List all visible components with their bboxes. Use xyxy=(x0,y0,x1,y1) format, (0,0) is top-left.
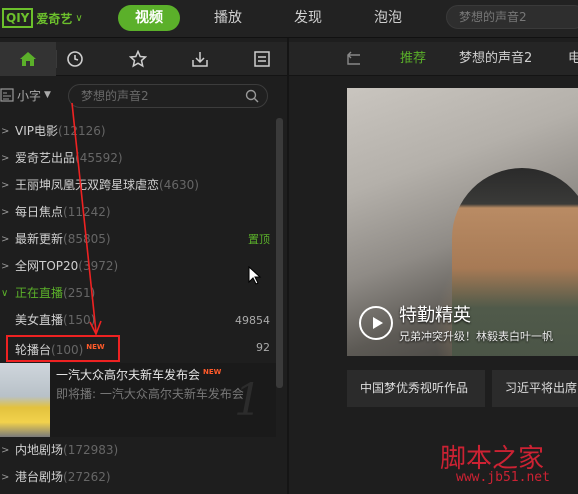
play-icon xyxy=(373,317,383,329)
list-item[interactable]: 美女直播(150) 49854 xyxy=(0,307,276,334)
list-item[interactable]: > 内地剧场(172983) xyxy=(0,437,276,464)
search-icon[interactable] xyxy=(245,89,259,103)
chevron-right-icon: > xyxy=(1,234,10,245)
star-icon xyxy=(129,50,147,68)
item-label: 王丽坤凤凰无双跨星球虐恋 xyxy=(15,178,160,192)
list-item[interactable]: > 最新更新(85805) 置顶 xyxy=(0,226,276,253)
chevron-right-icon: > xyxy=(1,207,10,218)
item-count: (45592) xyxy=(75,151,123,165)
item-count: (251) xyxy=(63,286,96,300)
item-label: VIP电影 xyxy=(15,124,58,138)
play-button[interactable] xyxy=(359,306,393,340)
download-button[interactable] xyxy=(172,42,228,76)
item-count: (27262) xyxy=(63,470,111,484)
clock-icon xyxy=(67,51,83,67)
search-placeholder: 梦想的声音2 xyxy=(81,89,149,103)
item-label: 美女直播 xyxy=(15,313,64,327)
tab-video[interactable]: 视频 xyxy=(118,5,180,31)
back-icon[interactable] xyxy=(344,51,362,67)
iqiyi-logo[interactable]: QIY 爱奇艺 ∨ xyxy=(2,7,83,29)
item-label: 最新更新 xyxy=(15,232,64,246)
chevron-right-icon: > xyxy=(1,180,10,191)
tab-more[interactable]: 电 xyxy=(568,42,578,76)
item-count: (11242) xyxy=(63,205,111,219)
viewer-count: 92 xyxy=(256,341,270,354)
tab-voice-of-dream[interactable]: 梦想的声音2 xyxy=(459,42,532,76)
chevron-right-icon: > xyxy=(1,445,10,456)
chevron-right-icon: > xyxy=(1,261,10,272)
favorites-button[interactable] xyxy=(110,42,166,76)
item-label: 内地剧场 xyxy=(15,443,64,457)
home-icon xyxy=(20,52,36,66)
item-count: (150) xyxy=(63,313,96,327)
chevron-down-icon: ▼ xyxy=(44,90,51,100)
featured-banner[interactable]: 特勤精英 兄弟冲突升级！林毅表白叶一帆 xyxy=(347,88,578,356)
tab-paopao[interactable]: 泡泡 xyxy=(363,5,413,31)
menu-button[interactable] xyxy=(234,42,290,76)
font-size-icon xyxy=(0,88,14,102)
chevron-right-icon: > xyxy=(1,153,10,164)
chevron-down-icon: ∨ xyxy=(1,288,9,299)
history-button[interactable] xyxy=(47,42,103,76)
item-count: (4630) xyxy=(159,178,199,192)
highlight-box xyxy=(6,335,120,362)
item-count: (172983) xyxy=(63,443,119,457)
pin-to-top-button[interactable]: 置顶 xyxy=(248,226,270,253)
list-item[interactable]: > 王丽坤凤凰无双跨星球虐恋(4630) xyxy=(0,172,276,199)
program-number: 1 xyxy=(234,375,262,426)
chevron-down-icon[interactable]: ∨ xyxy=(75,13,82,24)
tab-play[interactable]: 播放 xyxy=(203,5,253,31)
item-count: (3972) xyxy=(78,259,119,273)
tab-discover[interactable]: 发现 xyxy=(283,5,333,31)
item-label: 正在直播 xyxy=(15,286,64,300)
list-item[interactable]: > 全网TOP20(3972) xyxy=(0,253,276,280)
item-count: (85805) xyxy=(63,232,111,246)
top-search-input[interactable]: 梦想的声音2 xyxy=(446,5,578,29)
new-badge: NEW xyxy=(203,368,222,376)
chevron-right-icon: > xyxy=(1,126,10,137)
logo-text: 爱奇艺 xyxy=(36,11,73,26)
content-card[interactable]: 中国梦优秀视听作品 xyxy=(347,370,485,407)
program-title-text: 一汽大众高尔夫新车发布会 xyxy=(56,368,201,382)
content-card[interactable]: 习近平将出席 xyxy=(492,370,578,407)
top-bar: QIY 爱奇艺 ∨ 视频 播放 发现 泡泡 梦想的声音2 xyxy=(0,0,578,38)
program-thumbnail xyxy=(0,363,50,437)
item-label: 港台剧场 xyxy=(15,470,64,484)
item-label: 每日焦点 xyxy=(15,205,64,219)
item-label: 爱奇艺出品 xyxy=(15,151,76,165)
channel-list: > VIP电影(12126) > 爱奇艺出品(45592) > 王丽坤凤凰无双跨星球虐… xyxy=(0,118,276,491)
program-next: 即将播: 一汽大众高尔夫新车发布会 xyxy=(56,387,244,401)
list-icon xyxy=(254,51,270,67)
mouse-cursor-icon xyxy=(248,266,262,285)
sidebar-scrollbar[interactable] xyxy=(276,118,283,388)
font-size-label: 小字 xyxy=(17,88,42,103)
list-item[interactable]: > VIP电影(12126) xyxy=(0,118,276,145)
logo-mark: QIY xyxy=(2,8,34,28)
sidebar-toolbar xyxy=(0,42,287,76)
banner-subtitle: 兄弟冲突升级！林毅表白叶一帆 xyxy=(399,330,553,343)
item-count: (12126) xyxy=(58,124,106,138)
font-size-toggle[interactable]: 小字 ▼ xyxy=(0,84,51,106)
item-label: 全网TOP20 xyxy=(15,259,79,273)
list-item[interactable]: > 每日焦点(11242) xyxy=(0,199,276,226)
viewer-count: 49854 xyxy=(235,314,270,327)
program-title: 一汽大众高尔夫新车发布会 NEW xyxy=(56,366,221,383)
banner-title: 特勤精英 xyxy=(399,305,471,326)
carousel-program[interactable]: 一汽大众高尔夫新车发布会 NEW 即将播: 一汽大众高尔夫新车发布会 1 xyxy=(0,363,276,437)
tab-recommend[interactable]: 推荐 xyxy=(400,42,426,76)
download-icon xyxy=(192,52,208,67)
sidebar-search-input[interactable]: 梦想的声音2 xyxy=(68,84,268,108)
list-item[interactable]: > 港台剧场(27262) xyxy=(0,464,276,491)
content-tabs: 推荐 梦想的声音2 电 xyxy=(289,42,578,76)
chevron-right-icon: > xyxy=(1,472,10,483)
panel-divider xyxy=(287,38,289,494)
watermark-url: www.jb51.net xyxy=(456,470,550,485)
list-item[interactable]: > 爱奇艺出品(45592) xyxy=(0,145,276,172)
list-item-carousel[interactable]: 轮播台(100) NEW 92 xyxy=(0,334,276,362)
list-item[interactable]: ∨ 正在直播(251) xyxy=(0,280,276,307)
